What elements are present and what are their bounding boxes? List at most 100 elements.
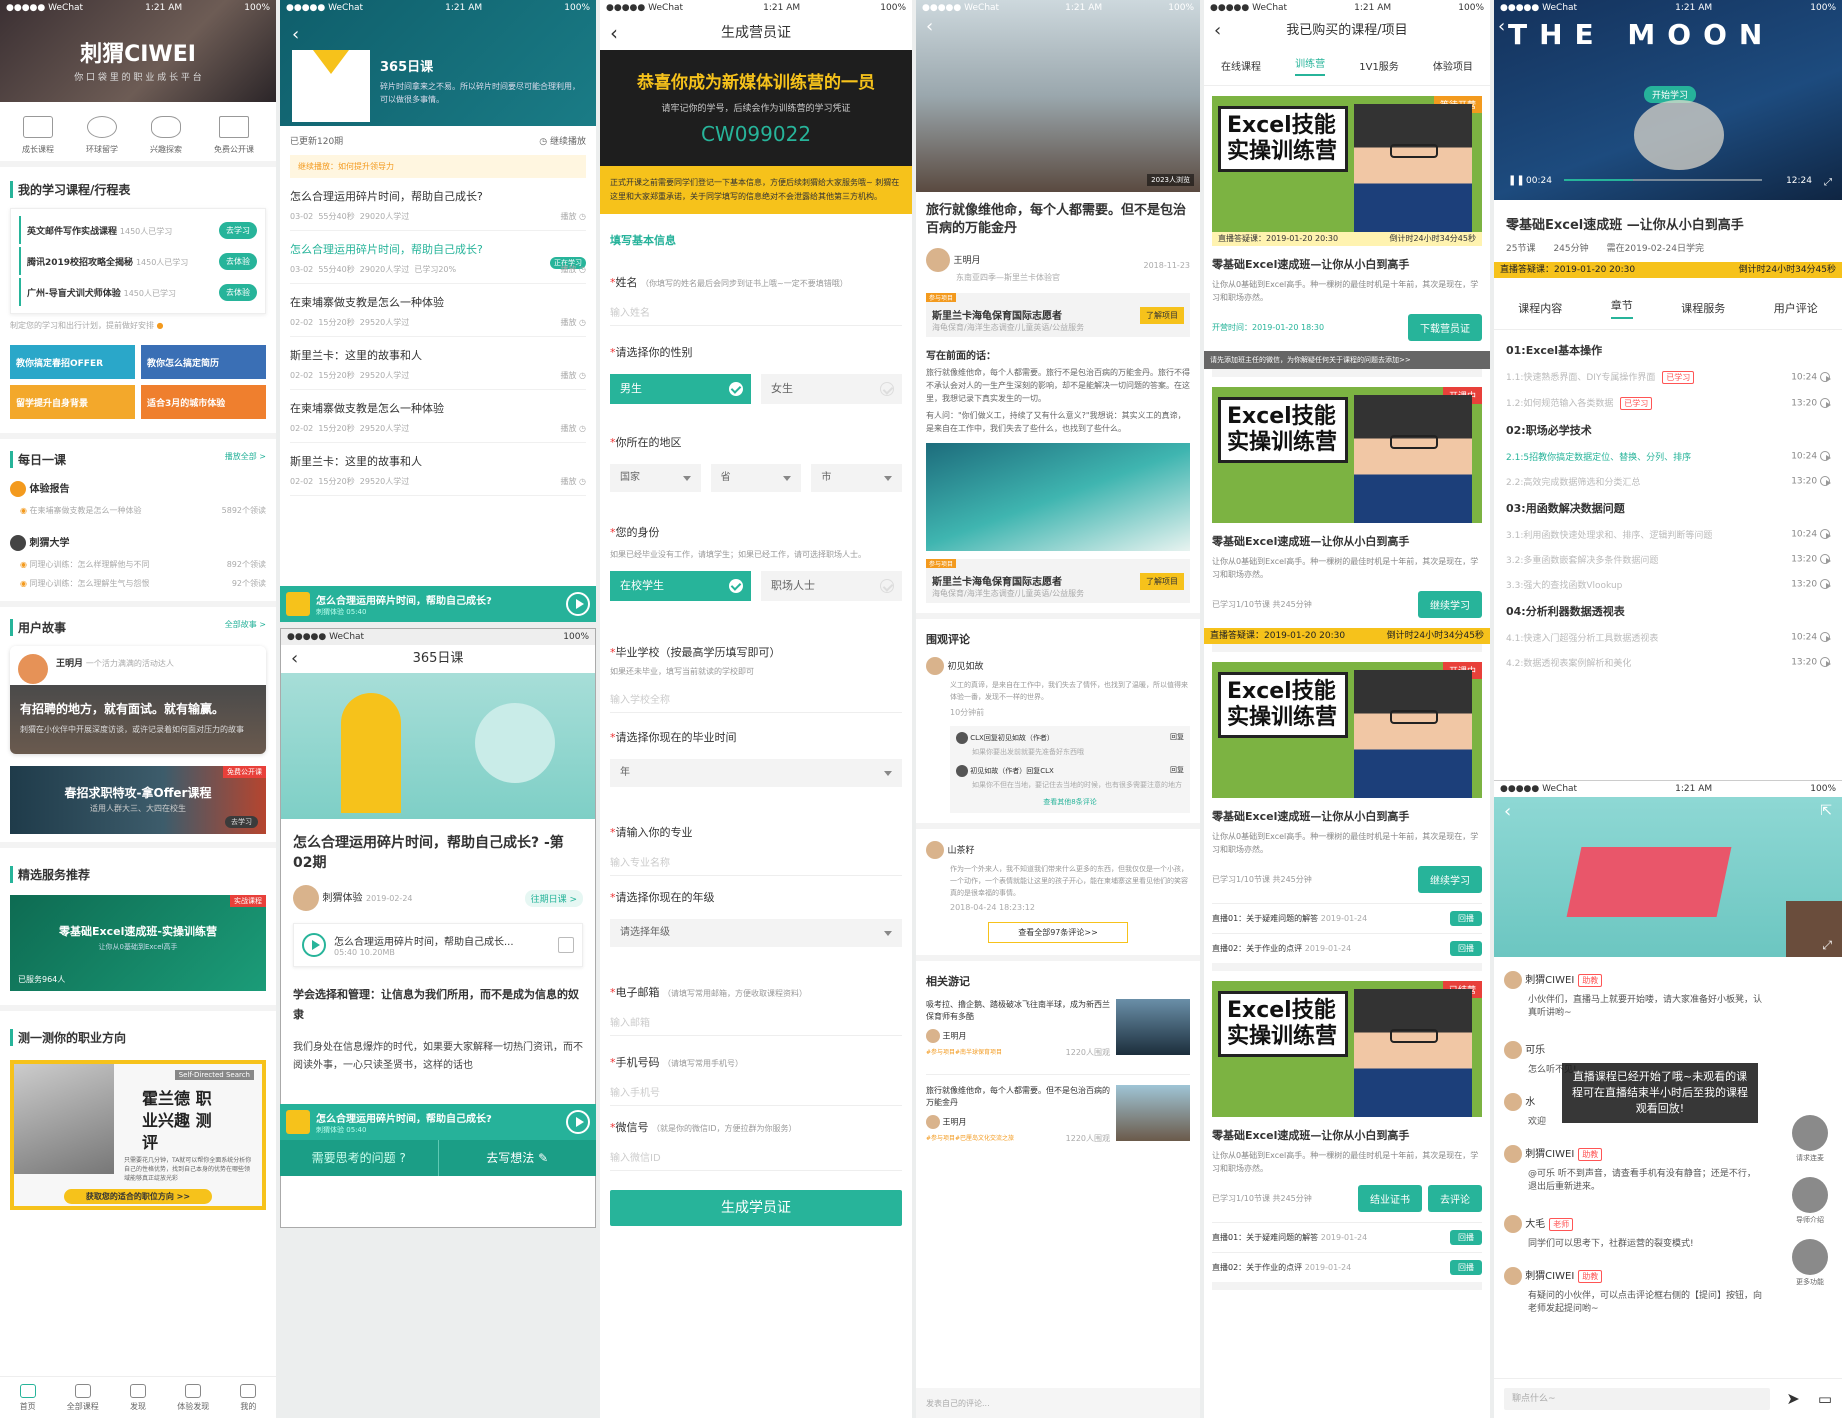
tab-experience[interactable]: 体验项目 [1433, 58, 1473, 73]
topic-tile[interactable]: 留学提升自身背景 [10, 385, 135, 419]
fullscreen-icon[interactable]: ⤢ [1824, 177, 1832, 188]
request-mic-button[interactable]: 请求连麦 [1788, 1115, 1832, 1163]
expand-icon[interactable]: ⤢ [1822, 938, 1832, 953]
teacher-intro-button[interactable]: 导师介绍 [1788, 1177, 1832, 1225]
gender-male-option[interactable]: 男生 [610, 374, 751, 404]
topic-tile[interactable]: 教你搞定春招OFFER [10, 345, 135, 379]
related-item[interactable]: 吸考拉、撸企鹅、踏极破冰飞往南半球，成为新西兰保育师有多酷 王明月 #参与项目#南… [926, 999, 1190, 1075]
country-select[interactable]: 国家 [610, 464, 701, 492]
course-row[interactable]: 广州-导盲犬训犬师体验 1450人已学习 去体验 [19, 278, 257, 306]
lesson-row[interactable]: 3.3:强大的查找函数Vlookup 13:20 [1506, 578, 1831, 591]
quick-entry[interactable]: 免费公开课 [214, 116, 254, 155]
lesson-row[interactable]: 4.2:数据透视表案例解析和美化 13:20 [1506, 656, 1831, 669]
play-icon[interactable] [566, 1110, 590, 1134]
back-icon[interactable]: ‹ [1498, 16, 1505, 37]
mini-player[interactable]: 怎么合理运用碎片时间，帮助自己成长? 刺猬体验 05:40 [280, 1104, 596, 1140]
lesson-row[interactable]: 2.2:高效完成数据筛选和分类汇总 13:20 [1506, 475, 1831, 488]
live-video[interactable]: ‹ ⇱ ⤢ [1494, 797, 1842, 957]
tab-online[interactable]: 在线课程 [1221, 58, 1261, 73]
episode-row[interactable]: 怎么合理运用碎片时间，帮助自己成长? 03-02 55分40秒 29020人学过… [290, 231, 586, 284]
send-icon[interactable]: ➤ [1786, 1389, 1799, 1408]
lesson-row[interactable]: 1.1:快速熟悉界面、DIY专属操作界面 已学习 10:24 [1506, 370, 1831, 384]
topic-tile[interactable]: 教你怎么搞定简历 [141, 345, 266, 379]
video-player[interactable]: ●●●●● WeChat 1:21 AM 100% THE MOON ‹ 开始学习 … [1494, 0, 1842, 200]
primary-action-button[interactable]: 继续学习 [1418, 591, 1482, 618]
gender-female-option[interactable]: 女生 [761, 374, 902, 404]
write-thought-button[interactable]: 去写想法 ✎ [439, 1140, 597, 1176]
camp-card[interactable]: 等待开营Excel技能 实操训练营直播答疑课：2019-01-20 20:30倒… [1204, 86, 1490, 377]
camp-card[interactable]: 开课中Excel技能 实操训练营零基础Excel速成班—让你从小白到高手 让你从… [1212, 652, 1482, 971]
city-select[interactable]: 市 [811, 464, 903, 492]
lesson-row[interactable]: 2.1:5招教你搞定数据定位、替换、分列、排序 10:24 [1506, 450, 1831, 463]
course-row[interactable]: 腾讯2019校招攻略全揭秘 1450人已学习 去体验 [19, 247, 257, 275]
study-button[interactable]: 去学习 [225, 816, 258, 828]
tab-1v1[interactable]: 1V1服务 [1359, 58, 1399, 73]
question-button[interactable]: 需要思考的问题 ? [280, 1140, 439, 1176]
nav-discover[interactable]: 发现 [110, 1383, 165, 1412]
related-item[interactable]: 旅行就像维他命，每个人都需要。但不是包治百病的万能金丹 王明月 #参与项目#巴厘岛… [926, 1085, 1190, 1161]
quick-entry[interactable]: 环球留学 [86, 116, 118, 155]
study-button[interactable]: 去学习 [219, 221, 257, 239]
daily-item[interactable]: ◉ 同理心训练：怎么样理解他与不同 892个领读 [20, 559, 266, 570]
nav-experience[interactable]: 体验发现 [166, 1383, 221, 1412]
download-icon[interactable] [558, 937, 574, 953]
back-icon[interactable]: ‹ [1504, 801, 1511, 822]
replay-button[interactable]: 回播 [1450, 1230, 1482, 1245]
live-replay-row[interactable]: 直播02：关于作业的点评 2019-01-24 回播 [1212, 1252, 1482, 1282]
play-episode-button[interactable]: 播放 ◷ [560, 264, 586, 275]
daily-item[interactable]: ◉ 在柬埔寨做支教是怎么一种体验 5892个领读 [20, 505, 266, 516]
career-button[interactable]: 获取您的适合的职位方向 >> [64, 1189, 212, 1204]
comment-input[interactable]: 发表自己的评论... [916, 1388, 1200, 1418]
nav-courses[interactable]: 全部课程 [55, 1383, 110, 1412]
more-replies-link[interactable]: 查看其他8条评论 [956, 797, 1184, 807]
province-select[interactable]: 省 [710, 464, 802, 492]
name-input[interactable]: 输入姓名 [610, 304, 902, 326]
lesson-row[interactable]: 4.1:快速入门超强分析工具数据透视表 10:24 [1506, 631, 1831, 644]
quick-entry[interactable]: 兴趣探索 [150, 116, 182, 155]
past-episodes-link[interactable]: 往期日课 > [524, 889, 583, 907]
play-icon[interactable] [302, 933, 326, 957]
tab-content[interactable]: 课程内容 [1518, 300, 1562, 316]
learn-project-button[interactable]: 了解项目 [1140, 573, 1184, 590]
play-episode-button[interactable]: 播放 ◷ [560, 211, 586, 222]
mini-player[interactable]: 怎么合理运用碎片时间，帮助自己成长? 刺猬体验 05:40 [280, 586, 596, 622]
play-icon[interactable] [566, 592, 590, 616]
play-episode-button[interactable]: 播放 ◷ [560, 370, 586, 381]
generate-card-button[interactable]: 生成学员证 [610, 1190, 902, 1226]
back-icon[interactable]: ‹ [292, 24, 299, 45]
play-episode-button[interactable]: 播放 ◷ [560, 317, 586, 328]
play-all-link[interactable]: 播放全部 > [225, 451, 266, 468]
all-stories-link[interactable]: 全部故事 > [225, 619, 266, 636]
all-comments-button[interactable]: 查看全部97条评论>> [988, 922, 1128, 943]
certificate-button[interactable]: 结业证书 [1358, 1185, 1422, 1212]
primary-action-button[interactable]: 继续学习 [1418, 866, 1482, 893]
episode-row[interactable]: 怎么合理运用碎片时间，帮助自己成长? 03-02 55分40秒 29020人学过… [290, 178, 586, 231]
play-episode-button[interactable]: 播放 ◷ [560, 423, 586, 434]
pause-icon[interactable]: ❚❚ [1508, 175, 1525, 186]
experience-button[interactable]: 去体验 [219, 252, 257, 270]
episode-row[interactable]: 在柬埔寨做支教是怎么一种体验 02-02 15分20秒 29520人学过 播放 … [290, 284, 586, 337]
plan-tip[interactable]: 制定您的学习和出行计划，提前做好安排 ● [10, 320, 266, 331]
identity-student-option[interactable]: 在校学生 [610, 571, 751, 601]
play-episode-button[interactable]: 播放 ◷ [560, 476, 586, 487]
story-card[interactable]: 王明月 一个活力满满的活动达人 有招聘的地方，就有面试。就有输赢。 刺猬在小伙伴… [10, 646, 266, 754]
learn-project-button[interactable]: 了解项目 [1140, 307, 1184, 324]
project-card[interactable]: 参与项目 斯里兰卡海龟保育国际志愿者 海龟保育/海洋生态调查/儿童英语/公益服务 … [926, 293, 1190, 337]
share-icon[interactable]: ⇱ [1820, 803, 1832, 819]
wechat-field[interactable]: 输入微信ID [610, 1149, 902, 1171]
reply-button[interactable]: 回复 [1170, 765, 1184, 777]
live-replay-row[interactable]: 直播01：关于疑难问题的解答 2019-01-24 回播 [1212, 903, 1482, 933]
career-card[interactable]: Self-Directed Search 霍兰德 职业兴趣 测评 只需要花几分钟… [10, 1060, 266, 1210]
episode-row[interactable]: 在柬埔寨做支教是怎么一种体验 02-02 15分20秒 29520人学过 播放 … [290, 390, 586, 443]
progress-track[interactable] [1564, 179, 1762, 181]
nav-me[interactable]: 我的 [221, 1383, 276, 1412]
graduation-year-select[interactable]: 年 [610, 759, 902, 787]
project-card[interactable]: 参与项目 斯里兰卡海龟保育国际志愿者 海龟保育/海洋生态调查/儿童英语/公益服务 … [926, 559, 1190, 603]
continue-bar[interactable]: 继续播放：如何提升领导力 [290, 155, 586, 178]
experience-button[interactable]: 去体验 [219, 283, 257, 301]
back-icon[interactable]: ‹ [1214, 16, 1221, 46]
primary-action-button[interactable]: 下载营员证 [1408, 314, 1482, 341]
course-row[interactable]: 英文邮件写作实战课程 1450人已学习 去学习 [19, 216, 257, 244]
episode-row[interactable]: 斯里兰卡：这里的故事和人 02-02 15分20秒 29520人学过 播放 ◷ [290, 443, 586, 496]
live-replay-row[interactable]: 直播01：关于疑难问题的解答 2019-01-24 回播 [1212, 1222, 1482, 1252]
